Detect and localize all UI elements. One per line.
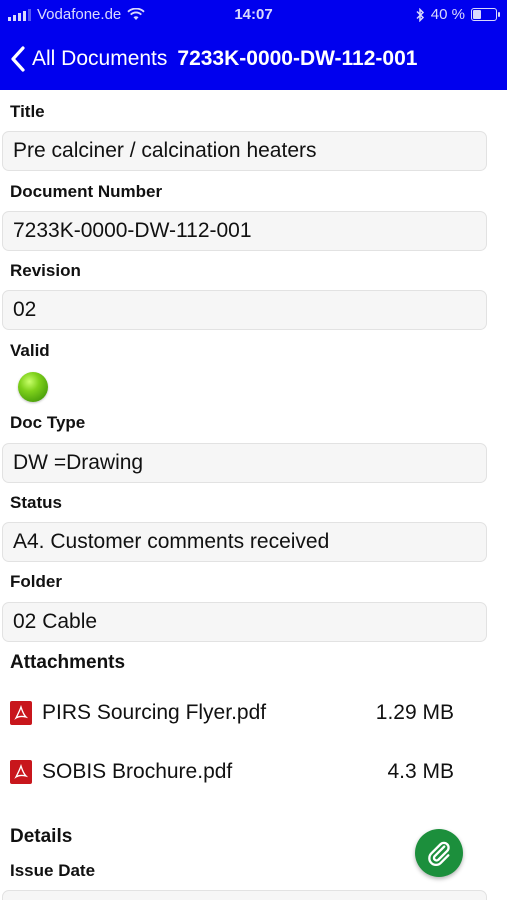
attachment-size: 4.3 MB [387, 760, 454, 783]
attachment-item[interactable]: PIRS Sourcing Flyer.pdf 1.29 MB [0, 693, 507, 733]
attachment-size: 1.29 MB [375, 701, 454, 724]
status-field[interactable]: A4. Customer comments received [2, 522, 487, 562]
attachment-name: PIRS Sourcing Flyer.pdf [42, 701, 267, 724]
document-number-field[interactable]: 7233K-0000-DW-112-001 [2, 211, 487, 251]
attachments-heading: Attachments [10, 652, 126, 673]
chevron-left-icon [11, 46, 25, 72]
details-heading: Details [10, 826, 73, 847]
pdf-icon [10, 760, 32, 784]
back-label: All Documents [32, 47, 168, 70]
document-detail: Title Pre calciner / calcination heaters… [0, 90, 507, 900]
top-bar: Vodafone.de 14:07 40 % All Documents 723… [0, 0, 507, 90]
title-label: Title [10, 102, 45, 121]
attachment-name: SOBIS Brochure.pdf [42, 760, 233, 783]
folder-field[interactable]: 02 Cable [2, 602, 487, 642]
revision-label: Revision [10, 261, 81, 280]
paperclip-icon [428, 841, 450, 866]
status-label: Status [10, 493, 62, 512]
issue-date-field[interactable] [2, 890, 487, 900]
back-button[interactable]: All Documents [10, 46, 167, 72]
attachment-item[interactable]: SOBIS Brochure.pdf 4.3 MB [0, 752, 507, 792]
bluetooth-icon [416, 7, 424, 22]
page-title: 7233K-0000-DW-112-001 [177, 47, 418, 70]
title-field[interactable]: Pre calciner / calcination heaters [2, 131, 487, 171]
add-attachment-button[interactable] [415, 829, 463, 877]
document-number-label: Document Number [10, 182, 163, 201]
doc-type-field[interactable]: DW =Drawing [2, 443, 487, 483]
valid-label: Valid [10, 341, 50, 360]
doc-type-label: Doc Type [10, 413, 86, 432]
valid-status-indicator [18, 372, 48, 402]
issue-date-label: Issue Date [10, 861, 96, 880]
battery-icon [471, 8, 500, 21]
navigation-bar: All Documents 7233K-0000-DW-112-001 [0, 38, 507, 80]
status-bar: Vodafone.de 14:07 40 % [0, 0, 507, 30]
revision-field[interactable]: 02 [2, 290, 487, 330]
pdf-icon [10, 701, 32, 725]
battery-percent: 40 % [430, 6, 465, 23]
folder-label: Folder [10, 572, 62, 591]
